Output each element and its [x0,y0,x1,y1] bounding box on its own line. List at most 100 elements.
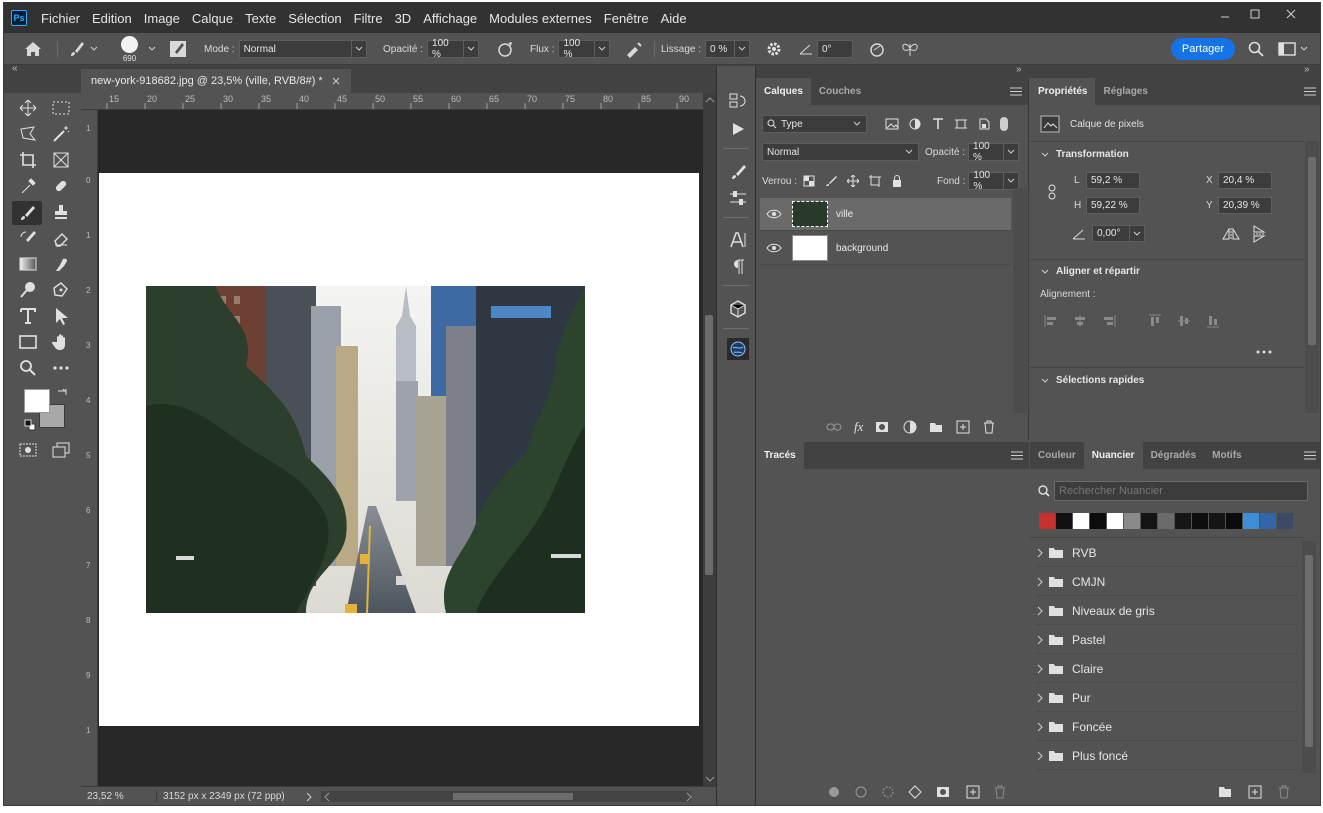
color-swatch[interactable] [1243,513,1259,529]
filter-shape-icon[interactable] [955,118,967,130]
canvas-vertical-scrollbar[interactable] [703,93,716,786]
color-swatch[interactable] [1090,513,1106,529]
actions-panel-button[interactable] [727,118,749,140]
maximize-button[interactable] [1240,3,1270,25]
scrollbar-thumb[interactable] [1305,555,1313,747]
zoom-tool[interactable] [16,357,40,379]
hand-tool[interactable] [49,331,73,353]
scroll-down-icon[interactable] [705,775,715,783]
align-bottom-icon[interactable] [1206,314,1220,328]
layer-opacity-input[interactable]: 100 % [968,141,1005,163]
flip-vertical-icon[interactable] [1252,225,1266,243]
layer-row-background[interactable]: background [760,232,1011,265]
menu-affichage[interactable]: Affichage [417,11,483,26]
menu-fichier[interactable]: Fichier [35,11,86,26]
share-button[interactable]: Partager [1171,38,1235,60]
color-swatch[interactable] [1141,513,1157,529]
swatch-group-pastel[interactable]: Pastel [1036,626,1298,654]
trash-icon[interactable] [983,420,995,434]
horizontal-scrollbar[interactable] [321,791,693,802]
smudge-tool[interactable] [49,253,73,275]
layer-filter-select[interactable]: Type [762,115,867,133]
rectangle-tool[interactable] [16,331,40,353]
align-section-toggle[interactable]: Aligner et répartir [1040,266,1140,277]
3d-panel-button[interactable] [727,298,749,320]
align-top-icon[interactable] [1148,314,1162,328]
eye-icon[interactable] [766,209,782,219]
swap-colors-icon[interactable] [56,387,68,399]
tab-couches[interactable]: Couches [811,78,869,105]
marquee-tool[interactable] [49,97,73,119]
path-to-selection-icon[interactable] [882,786,894,798]
stroke-path-icon[interactable] [855,786,867,798]
brush-size-picker[interactable]: 690 [121,33,138,65]
search-button[interactable] [1248,33,1264,65]
scroll-right-icon[interactable] [685,792,693,802]
color-swatch[interactable] [1158,513,1174,529]
selection-to-path-icon[interactable] [908,785,922,799]
swatch-search-input[interactable] [1054,481,1308,501]
layer-image-ville[interactable] [146,286,585,613]
healing-tool[interactable] [49,175,73,197]
mode-dropdown[interactable] [351,40,367,58]
flow-dropdown[interactable] [595,40,611,58]
scrollbar-thumb[interactable] [1308,157,1316,345]
scroll-up-icon[interactable] [705,96,715,104]
color-swatch[interactable] [1260,513,1276,529]
symmetry-button[interactable] [900,33,920,65]
tab-calques[interactable]: Calques [756,78,811,105]
lock-artboard-icon[interactable] [869,175,882,187]
add-mask-icon[interactable] [875,421,889,433]
crop-tool[interactable] [16,149,40,171]
path-selection-tool[interactable] [49,305,73,327]
expand-right-icon[interactable]: » [1304,64,1310,75]
magic-wand-tool[interactable] [49,123,73,145]
link-layers-icon[interactable] [826,422,842,432]
trash-icon[interactable] [994,785,1006,799]
new-group-folder-icon[interactable] [1218,786,1232,798]
width-input[interactable]: 59,2 % [1086,172,1140,189]
quick-mask-button[interactable] [16,439,40,461]
menu-aide[interactable]: Aide [655,11,693,26]
type-tool[interactable] [16,305,40,327]
swatch-group-pur[interactable]: Pur [1036,684,1298,712]
tab-degrades[interactable]: Dégradés [1143,442,1205,469]
tab-couleur[interactable]: Couleur [1030,442,1084,469]
smoothing-options-button[interactable] [766,33,782,65]
fill-path-icon[interactable] [828,786,840,798]
menu-selection[interactable]: Sélection [282,11,347,26]
home-button[interactable] [24,33,42,65]
align-vcenter-icon[interactable] [1177,314,1191,328]
rotation-dropdown[interactable] [1130,225,1145,242]
angle-input[interactable]: 0° [817,40,853,58]
color-swatch[interactable] [1073,513,1089,529]
add-mask-icon[interactable] [936,786,950,798]
pen-tool[interactable] [49,279,73,301]
swatch-group-rvb[interactable]: RVB [1036,539,1298,567]
swatches-scrollbar[interactable] [1302,541,1316,773]
screen-mode-button[interactable] [49,439,73,461]
status-menu-icon[interactable] [305,792,313,802]
lock-pixels-icon[interactable] [825,175,838,187]
move-tool[interactable] [16,97,40,119]
eyedropper-tool[interactable] [16,175,40,197]
color-swatch[interactable] [1056,513,1072,529]
more-options-icon[interactable] [1256,350,1272,354]
layers-panel-menu[interactable] [1004,78,1028,105]
menu-image[interactable]: Image [138,11,186,26]
color-swatch[interactable] [1226,513,1242,529]
menu-3d[interactable]: 3D [389,11,418,26]
blend-mode-select[interactable]: Normal [762,143,919,161]
swatch-group-cmjn[interactable]: CMJN [1036,568,1298,596]
align-left-icon[interactable] [1044,314,1058,328]
gradient-tool[interactable] [16,253,40,275]
pressure-opacity-button[interactable] [496,33,514,65]
character-panel-button[interactable] [727,229,749,251]
brush-settings-toggle[interactable] [169,33,187,65]
history-panel-button[interactable] [727,90,749,112]
more-tools[interactable] [49,357,73,379]
flow-input[interactable]: 100 % [558,38,596,60]
new-swatch-icon[interactable] [1248,785,1262,799]
brush-tool-preset[interactable] [68,33,99,65]
adjustments-panel-button[interactable] [727,187,749,209]
